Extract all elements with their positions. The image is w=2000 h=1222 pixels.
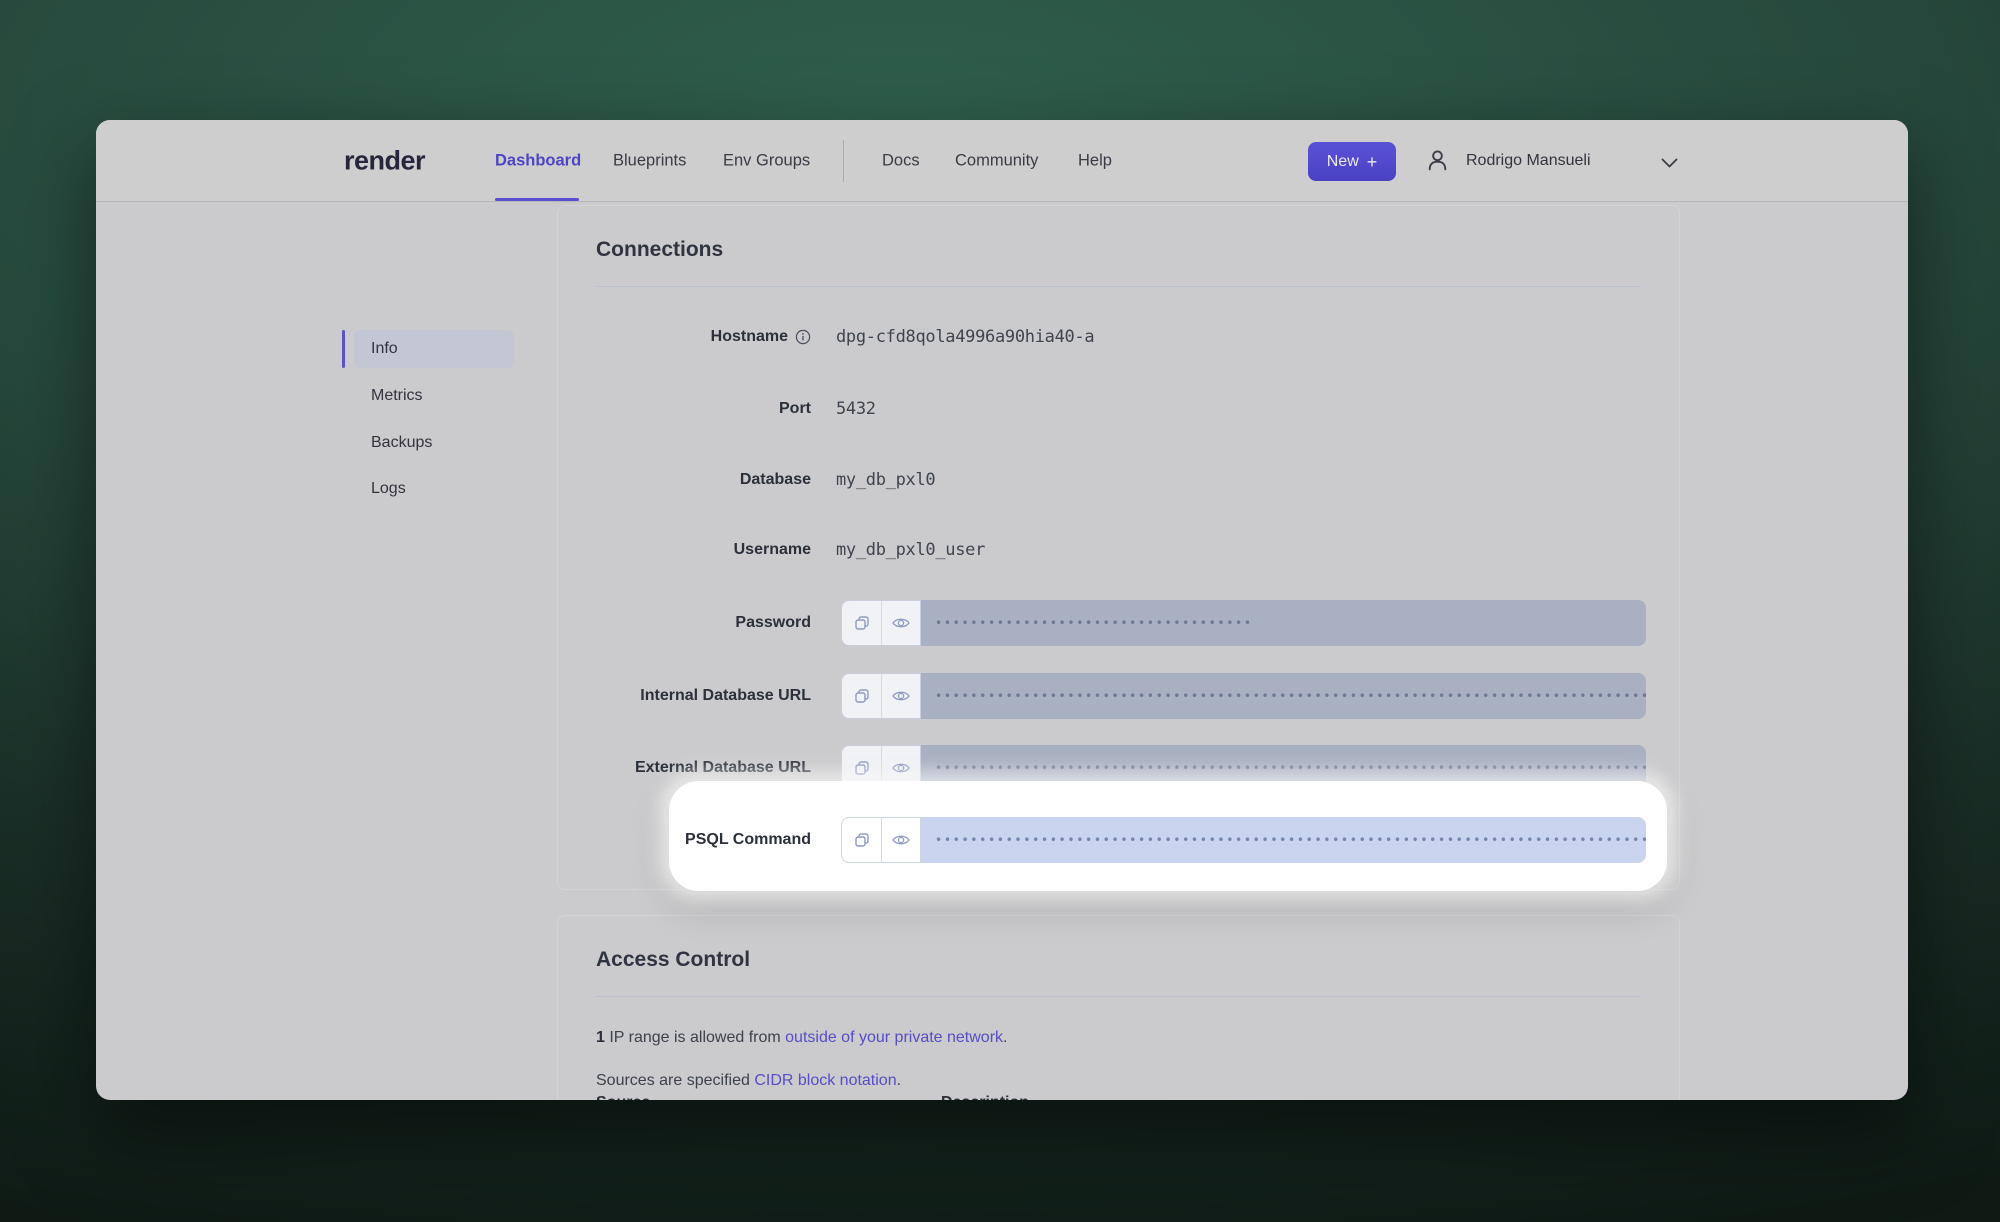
reveal-button[interactable] [881,601,920,645]
database-label: Database [558,471,811,489]
nav-link-community[interactable]: Community [955,151,1038,170]
copy-button[interactable] [842,818,881,862]
internal-url-row: Internal Database URL [558,673,1679,719]
username-value: my_db_pxl0_user [836,540,985,560]
hostname-row: Hostname dpg-cfd8qola4996a90hia40-a [558,314,1679,360]
nav-tab-dashboard[interactable]: Dashboard [495,151,581,170]
port-row: Port 5432 [558,386,1679,432]
nav-tab-env-groups[interactable]: Env Groups [723,151,810,170]
eye-icon [891,686,911,706]
copy-icon [853,759,871,777]
sidebar-item-metrics[interactable]: Metrics [371,387,423,405]
port-label: Port [558,400,811,418]
eye-icon [891,830,911,850]
internal-url-label: Internal Database URL [558,687,811,705]
eye-icon [891,758,911,778]
sidebar-item-info-label[interactable]: Info [371,340,398,358]
top-navbar: render Dashboard Blueprints Env Groups D… [96,120,1908,202]
database-row: Database my_db_pxl0 [558,457,1679,503]
eye-icon [891,613,911,633]
copy-icon [853,687,871,705]
username-row: Username my_db_pxl0_user [558,527,1679,573]
active-tab-underline [495,198,579,201]
database-value: my_db_pxl0 [836,470,935,490]
cidr-notation-link[interactable]: CIDR block notation [754,1072,896,1089]
psql-actions [841,817,921,863]
reveal-button[interactable] [881,818,920,862]
connections-title: Connections [596,238,723,262]
port-value: 5432 [836,399,876,419]
copy-button[interactable] [842,601,881,645]
panel-divider [596,996,1641,997]
ip-range-text: 1 IP range is allowed from outside of yo… [596,1029,1007,1047]
hostname-label: Hostname [558,328,811,346]
new-button-label: New [1327,153,1359,171]
reveal-button[interactable] [881,674,920,718]
sidebar-item-backups[interactable]: Backups [371,434,432,452]
username-label: Username [558,541,811,559]
user-avatar-icon[interactable] [1424,147,1451,179]
masked-value: ••••••••••••••••••••••••••••••••••••••••… [935,833,1646,847]
user-name[interactable]: Rodrigo Mansueli [1466,152,1591,170]
connections-panel: Connections Hostname dpg-cfd8qola4996a90… [557,205,1680,890]
password-label: Password [558,614,811,632]
nav-tab-blueprints[interactable]: Blueprints [613,151,686,170]
render-logo[interactable]: render [344,145,425,176]
panel-divider [596,286,1641,287]
sidebar-item-logs[interactable]: Logs [371,480,406,498]
private-network-link[interactable]: outside of your private network [785,1029,1003,1046]
access-control-title: Access Control [596,948,750,972]
masked-value: ••••••••••••••••••••••••••••••••••••••••… [935,689,1646,703]
copy-icon [853,614,871,632]
copy-icon [853,831,871,849]
info-icon[interactable] [795,329,811,345]
app-window: render Dashboard Blueprints Env Groups D… [96,120,1908,1100]
nav-link-help[interactable]: Help [1078,151,1112,170]
plus-icon: + [1367,153,1378,171]
internal-url-actions [841,673,921,719]
source-column-header: Source [596,1094,650,1100]
masked-value: •••••••••••••••••••••••••••••••••••• [935,616,1253,630]
password-masked-field[interactable]: •••••••••••••••••••••••••••••••••••• [921,600,1646,646]
description-column-header: Description [941,1094,1029,1100]
sources-text: Sources are specified CIDR block notatio… [596,1072,901,1090]
copy-button[interactable] [842,674,881,718]
chevron-down-icon[interactable] [1661,156,1678,174]
ip-range-count: 1 [596,1029,605,1046]
psql-command-label: PSQL Command [558,831,811,849]
masked-value: ••••••••••••••••••••••••••••••••••••••••… [935,761,1646,775]
internal-url-masked-field[interactable]: ••••••••••••••••••••••••••••••••••••••••… [921,673,1646,719]
password-actions [841,600,921,646]
nav-link-docs[interactable]: Docs [882,151,920,170]
access-control-panel: Access Control 1 IP range is allowed fro… [557,915,1680,1100]
new-button[interactable]: New + [1308,142,1396,181]
nav-divider [843,140,844,182]
hostname-value: dpg-cfd8qola4996a90hia40-a [836,327,1094,347]
psql-command-row: PSQL Command [558,817,1679,863]
sidebar-active-indicator [342,330,345,368]
password-row: Password [558,600,1679,646]
psql-masked-field[interactable]: ••••••••••••••••••••••••••••••••••••••••… [921,817,1646,863]
external-url-label: External Database URL [558,759,811,777]
